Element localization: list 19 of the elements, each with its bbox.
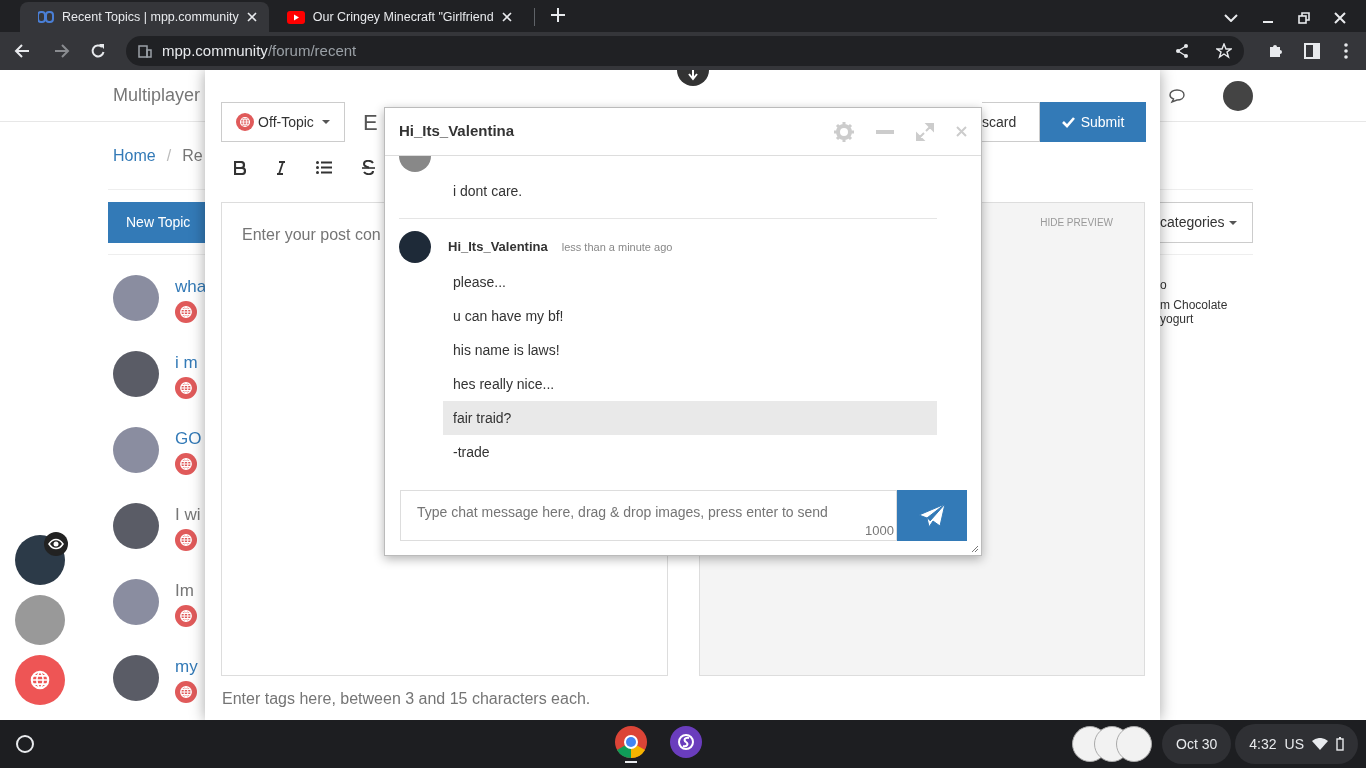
chat-message: fair traid? bbox=[443, 401, 937, 435]
locale-text: US bbox=[1284, 734, 1304, 754]
character-counter: 1000 bbox=[865, 521, 894, 540]
chat-message: i dont care. bbox=[452, 182, 524, 201]
chat-message: hes really nice... bbox=[452, 375, 556, 394]
clock-text: 4:32 bbox=[1249, 734, 1277, 754]
chat-message: his name is laws! bbox=[452, 341, 561, 360]
breadcrumb-current: Re bbox=[182, 145, 203, 166]
post-excerpt: m Chocolate bbox=[1160, 298, 1228, 312]
post-excerpt: yogurt bbox=[1160, 312, 1195, 326]
tab-title: Recent Topics | mpp.community bbox=[62, 8, 239, 26]
tab-title: Our Cringey Minecraft "Girlfriend bbox=[312, 8, 494, 26]
breadcrumb-separator: / bbox=[166, 145, 172, 166]
url-text: mpp.community/forum/recent bbox=[162, 40, 357, 61]
chat-title: Hi_Its_Valentina bbox=[399, 121, 516, 142]
chat-message: please... bbox=[452, 273, 507, 292]
message-time: less than a minute ago bbox=[561, 239, 673, 255]
chat-message: -trade bbox=[452, 443, 491, 462]
chat-message: u can have my bf! bbox=[452, 307, 565, 326]
